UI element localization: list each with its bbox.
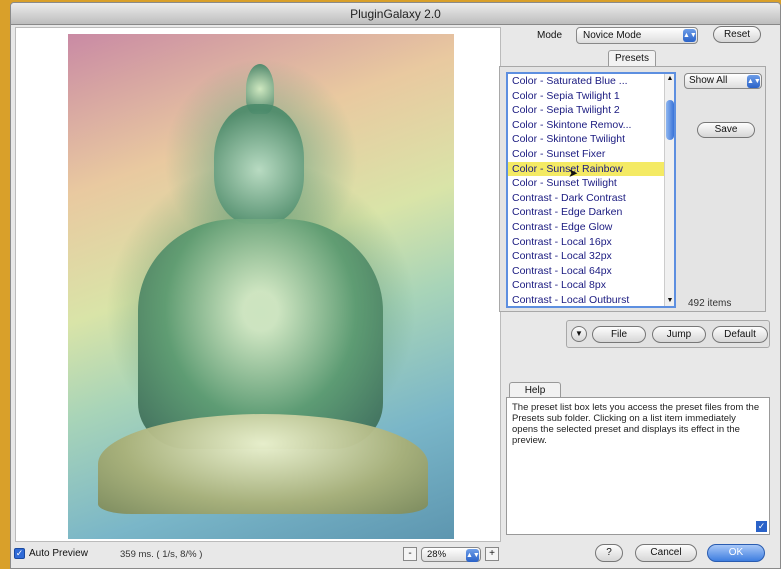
default-button[interactable]: Default bbox=[712, 326, 768, 343]
statue-head bbox=[214, 104, 304, 224]
list-item[interactable]: Contrast - Edge Glow bbox=[508, 220, 674, 235]
list-item[interactable]: Contrast - Local 32px bbox=[508, 249, 674, 264]
list-item[interactable]: Contrast - Dark Contrast bbox=[508, 191, 674, 206]
chevron-updown-icon: ▲▼ bbox=[466, 549, 480, 562]
list-item[interactable]: Color - Sunset Fixer bbox=[508, 147, 674, 162]
triangle-down-icon: ▼ bbox=[575, 329, 583, 338]
zoom-value: 28% bbox=[427, 549, 447, 560]
zoom-out-button[interactable]: - bbox=[403, 547, 417, 561]
tab-help[interactable]: Help bbox=[509, 382, 561, 398]
list-item[interactable]: Contrast - Local Outburst bbox=[508, 293, 674, 306]
chevron-updown-icon: ▲▼ bbox=[683, 29, 697, 42]
list-item[interactable]: Contrast - Local 8px bbox=[508, 278, 674, 293]
auto-preview-checkbox[interactable]: ✓ bbox=[14, 548, 25, 559]
list-item[interactable]: Color - Skintone Remov... bbox=[508, 118, 674, 133]
list-item[interactable]: Color - Skintone Twilight bbox=[508, 132, 674, 147]
window-title: PluginGalaxy 2.0 bbox=[11, 3, 780, 25]
preview-pane bbox=[15, 27, 501, 542]
scroll-down-icon[interactable]: ▼ bbox=[665, 296, 675, 306]
menu-arrow-button[interactable]: ▼ bbox=[571, 326, 587, 342]
jump-button[interactable]: Jump bbox=[652, 326, 706, 343]
resize-grip-icon[interactable]: ✓ bbox=[756, 521, 767, 532]
help-text-box: The preset list box lets you access the … bbox=[506, 397, 770, 535]
mode-label: Mode bbox=[537, 30, 563, 41]
tab-presets[interactable]: Presets bbox=[608, 50, 656, 66]
show-filter-select[interactable]: Show All ▲▼ bbox=[684, 73, 762, 89]
items-count: 492 items bbox=[688, 298, 732, 309]
auto-preview-label: Auto Preview bbox=[29, 548, 88, 559]
list-item[interactable]: Contrast - Local 16px bbox=[508, 235, 674, 250]
file-button[interactable]: File bbox=[592, 326, 646, 343]
statue-lap bbox=[98, 414, 428, 514]
mode-select[interactable]: Novice Mode ▲▼ bbox=[576, 27, 698, 44]
list-item[interactable]: Color - Sunset Twilight bbox=[508, 176, 674, 191]
list-item-selected[interactable]: Color - Sunset Rainbow bbox=[508, 161, 674, 177]
preset-list-scrollbar[interactable]: ▲ ▼ bbox=[664, 74, 674, 306]
ok-button[interactable]: OK bbox=[707, 544, 765, 562]
zoom-in-button[interactable]: + bbox=[485, 547, 499, 561]
preview-image[interactable] bbox=[68, 34, 454, 539]
mode-select-value: Novice Mode bbox=[583, 30, 642, 41]
list-item[interactable]: Contrast - Local 64px bbox=[508, 264, 674, 279]
chevron-updown-icon: ▲▼ bbox=[747, 75, 761, 88]
cancel-button[interactable]: Cancel bbox=[635, 544, 697, 562]
render-timing: 359 ms. ( 1/s, 8/% ) bbox=[120, 549, 203, 560]
zoom-select[interactable]: 28% ▲▼ bbox=[421, 547, 481, 562]
help-button[interactable]: ? bbox=[595, 544, 623, 562]
scrollbar-thumb[interactable] bbox=[666, 100, 674, 140]
mouse-cursor-icon: ➤ bbox=[568, 166, 579, 180]
preset-list[interactable]: Color - Saturated Blue ... Color - Sepia… bbox=[506, 72, 676, 308]
auto-preview-toggle[interactable]: ✓ Auto Preview bbox=[14, 548, 88, 559]
scroll-up-icon[interactable]: ▲ bbox=[665, 74, 675, 84]
show-filter-value: Show All bbox=[689, 75, 728, 86]
reset-button[interactable]: Reset bbox=[713, 26, 761, 43]
list-item[interactable]: Color - Sepia Twilight 1 bbox=[508, 89, 674, 104]
list-item[interactable]: Color - Saturated Blue ... bbox=[508, 74, 674, 89]
help-text: The preset list box lets you access the … bbox=[512, 402, 760, 446]
list-item[interactable]: Color - Sepia Twilight 2 bbox=[508, 103, 674, 118]
list-item[interactable]: Contrast - Edge Darken bbox=[508, 205, 674, 220]
save-button[interactable]: Save bbox=[697, 122, 755, 138]
